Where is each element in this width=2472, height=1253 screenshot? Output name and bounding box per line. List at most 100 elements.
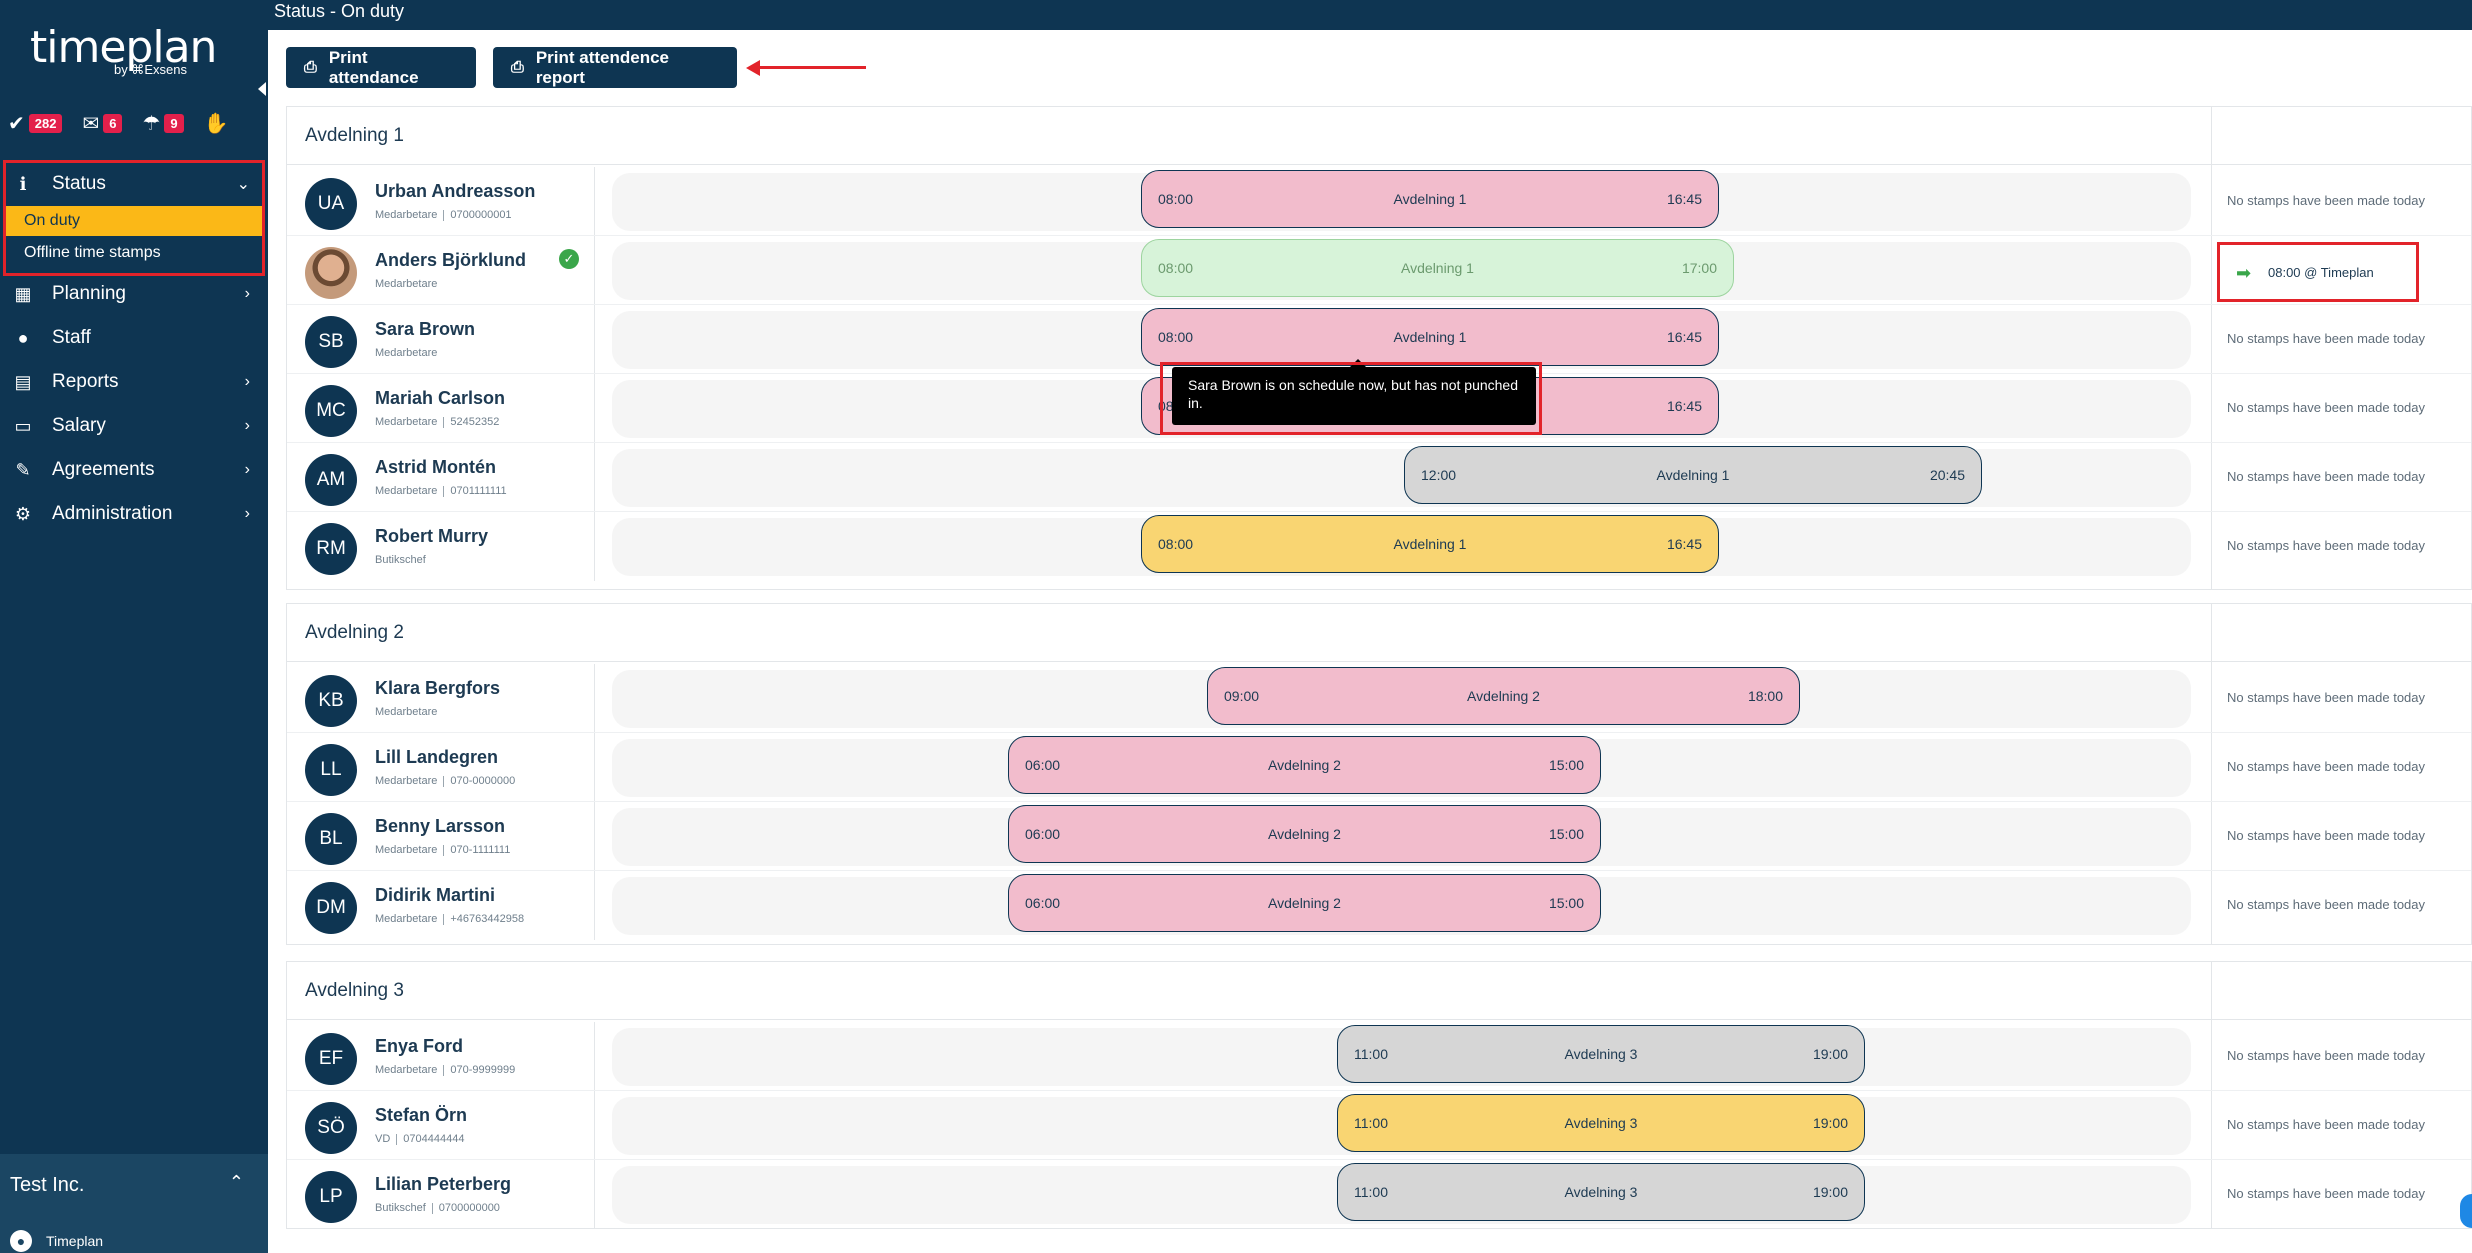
print-report-label: Print attendence report [535, 47, 670, 87]
chevron-right-icon: › [244, 373, 250, 390]
employee-details: Butikschef [375, 554, 426, 566]
user-icon: ● [17, 327, 29, 348]
current-user[interactable]: ● Timeplan [10, 1230, 103, 1252]
shift-bar[interactable]: 09:00 Avdelning 2 18:00 [1207, 667, 1800, 725]
nav-administration[interactable]: ⚙ Administration › [0, 492, 268, 536]
stamp-status: No stamps have been made today [2227, 469, 2426, 484]
badge-button[interactable]: ✋ [204, 111, 229, 136]
employee-name[interactable]: Robert Murry [375, 526, 488, 547]
employee-row[interactable]: DM Didirik Martini Medarbetare +467634429… [287, 871, 2471, 940]
shift-bar[interactable]: 08:00 Avdelning 1 16:45 [1141, 170, 1719, 228]
nav-offline-time-stamps[interactable]: Offline time stamps [6, 238, 262, 268]
employee-details: Medarbetare +46763442958 [375, 913, 524, 925]
logo-by: by ⌘Exsens [114, 62, 187, 77]
employee-role: Medarbetare [375, 485, 438, 497]
employee-details: Medarbetare 0701111111 [375, 485, 507, 497]
checked-in-icon: ✓ [559, 249, 579, 269]
nav-agreements[interactable]: ✎ Agreements › [0, 448, 268, 492]
employee-role: VD [375, 1133, 391, 1145]
employee-row[interactable]: LL Lill Landegren Medarbetare 070-0000000… [287, 733, 2471, 802]
divider [396, 1133, 398, 1145]
absence-badge: 9 [164, 113, 184, 133]
shift-department: Avdelning 2 [1268, 826, 1341, 842]
shift-end: 16:45 [1666, 191, 1702, 207]
document-icon: ▤ [14, 371, 32, 392]
shift-department: Avdelning 1 [1401, 260, 1474, 276]
shift-bar[interactable]: 11:00 Avdelning 3 19:00 [1337, 1163, 1865, 1221]
collapse-sidebar-icon[interactable] [258, 82, 266, 96]
shift-end: 20:45 [1929, 467, 1965, 483]
nav-planning[interactable]: ▦ Planning › [0, 272, 268, 316]
employee-role: Butikschef [375, 554, 426, 566]
employee-name[interactable]: Enya Ford [375, 1036, 463, 1057]
user-avatar-icon: ● [10, 1230, 32, 1252]
shift-bar[interactable]: 11:00 Avdelning 3 19:00 [1337, 1025, 1865, 1083]
shift-department: Avdelning 2 [1268, 895, 1341, 911]
employee-row[interactable]: UA Urban Andreasson Medarbetare 070000000… [287, 167, 2471, 236]
divider [443, 485, 445, 497]
divider [443, 775, 445, 787]
employee-name[interactable]: Klara Bergfors [375, 678, 500, 699]
employee-row[interactable]: AM Astrid Montén Medarbetare 0701111111 1… [287, 443, 2471, 512]
employee-details: Medarbetare [375, 278, 437, 290]
printer-icon: ⎙ [511, 58, 524, 76]
company-panel[interactable]: Test Inc. ⌃ ● Timeplan [0, 1154, 268, 1253]
shift-bar[interactable]: 12:00 Avdelning 1 20:45 [1404, 446, 1982, 504]
employee-name[interactable]: Urban Andreasson [375, 181, 535, 202]
employee-row[interactable]: Anders Björklund Medarbetare ✓ 08:00 Avd… [287, 236, 2471, 305]
avatar: MC [305, 385, 357, 437]
chevron-right-icon: › [244, 505, 250, 522]
employee-name[interactable]: Lilian Peterberg [375, 1174, 511, 1195]
messages-counter[interactable]: ✉ 6 [82, 111, 123, 136]
shift-bar[interactable]: 06:00 Avdelning 2 15:00 [1008, 805, 1601, 863]
shift-bar[interactable]: 08:00 Avdelning 1 16:45 [1141, 308, 1719, 366]
print-attendance-button[interactable]: ⎙ Print attendance [286, 47, 476, 88]
employee-name[interactable]: Astrid Montén [375, 457, 496, 478]
time-stamp-entry[interactable]: ➡ 08:00 @ Timeplan [2217, 242, 2419, 302]
employee-name[interactable]: Sara Brown [375, 319, 475, 340]
employee-details: Medarbetare 070-9999999 [375, 1064, 515, 1076]
employee-row[interactable]: BL Benny Larsson Medarbetare 070-1111111 … [287, 802, 2471, 871]
employee-name[interactable]: Mariah Carlson [375, 388, 505, 409]
shift-bar[interactable]: 08:00 Avdelning 1 16:45 [1141, 515, 1719, 573]
employee-name[interactable]: Anders Björklund [375, 250, 526, 271]
divider [443, 209, 445, 221]
employee-name[interactable]: Lill Landegren [375, 747, 498, 768]
avatar: BL [305, 813, 357, 865]
employee-row[interactable]: RM Robert Murry Butikschef 08:00 Avdelni… [287, 512, 2471, 581]
employee-row[interactable]: KB Klara Bergfors Medarbetare 09:00 Avde… [287, 664, 2471, 733]
employee-name[interactable]: Stefan Örn [375, 1105, 467, 1126]
avatar: LL [305, 744, 357, 796]
chevron-up-icon[interactable]: ⌃ [229, 1172, 244, 1193]
badge-icon: ✋ [203, 112, 229, 135]
shift-bar[interactable]: 08:00 Avdelning 1 17:00 [1141, 239, 1734, 297]
shift-bar[interactable]: 06:00 Avdelning 2 15:00 [1008, 874, 1601, 932]
nav-salary-label: Salary [52, 415, 106, 436]
employee-row[interactable]: LP Lilian Peterberg Butikschef 0700000000… [287, 1160, 2471, 1229]
nav-salary[interactable]: ▭ Salary › [0, 404, 268, 448]
shift-bar[interactable]: 06:00 Avdelning 2 15:00 [1008, 736, 1601, 794]
employee-name[interactable]: Didirik Martini [375, 885, 495, 906]
shift-end: 19:00 [1812, 1115, 1848, 1131]
shift-department: Avdelning 1 [1393, 536, 1467, 552]
shift-end: 17:00 [1681, 260, 1717, 276]
employee-role: Medarbetare [375, 775, 438, 787]
timeplan-logo[interactable]: timeplan by ⌘Exsens [30, 4, 230, 84]
avatar: SÖ [305, 1102, 357, 1154]
shift-bar[interactable]: 11:00 Avdelning 3 19:00 [1337, 1094, 1865, 1152]
employee-phone: 070-9999999 [450, 1064, 516, 1076]
employee-row[interactable]: SÖ Stefan Örn VD 0704444444 11:00 Avdelni… [287, 1091, 2471, 1160]
stamp-status: No stamps have been made today [2227, 690, 2426, 705]
nav-on-duty[interactable]: On duty [6, 206, 262, 236]
stamp-status: No stamps have been made today [2227, 828, 2426, 843]
approvals-counter[interactable]: ✔ 282 [8, 111, 63, 136]
divider [594, 802, 595, 870]
nav-staff[interactable]: ● Staff [0, 316, 268, 360]
employee-name[interactable]: Benny Larsson [375, 816, 505, 837]
help-widget-button[interactable] [2460, 1194, 2472, 1228]
department-name: Avdelning 1 [305, 125, 404, 146]
absence-counter[interactable]: ☂ 9 [142, 111, 184, 136]
employee-row[interactable]: EF Enya Ford Medarbetare 070-9999999 11:0… [287, 1022, 2471, 1091]
print-attendance-report-button[interactable]: ⎙ Print attendence report [493, 47, 737, 88]
nav-reports[interactable]: ▤ Reports › [0, 360, 268, 404]
